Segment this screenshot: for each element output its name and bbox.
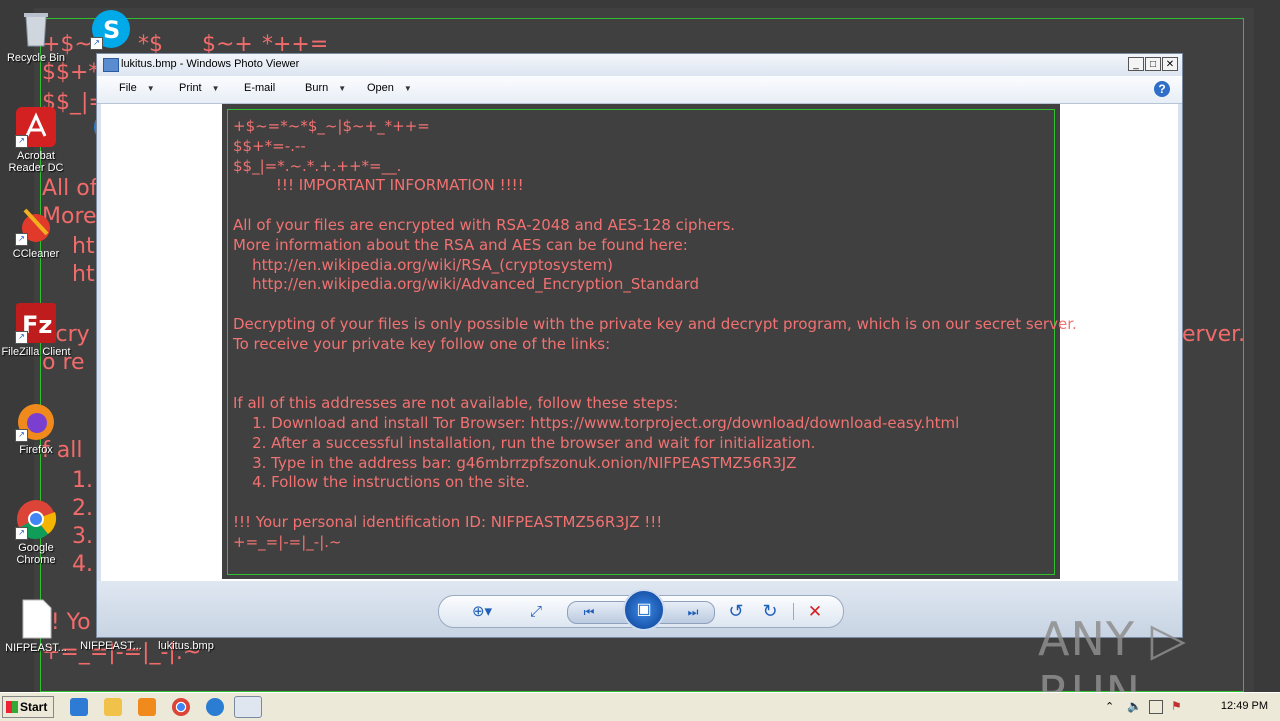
menu-open[interactable]: Open ▼ <box>367 82 412 94</box>
next-button[interactable]: ⏭ <box>678 602 708 633</box>
recycle-bin-icon <box>15 8 57 50</box>
firefox-icon: ↗ <box>15 400 57 442</box>
chrome-icon: ↗ <box>15 498 57 540</box>
tray-expand-icon[interactable]: ⌃ <box>1105 700 1114 713</box>
shortcut-arrow-icon: ↗ <box>15 331 28 344</box>
note-line: +$~=*~*$_~|$~+_*++= <box>233 117 430 135</box>
menu-print[interactable]: Print ▼ <box>179 82 220 94</box>
chevron-down-icon: ▼ <box>211 84 220 93</box>
note-line: 1. Download and install Tor Browser: htt… <box>233 414 960 432</box>
clock: 12:49 PM <box>1220 700 1268 712</box>
image-canvas: +$~=*~*$_~|$~+_*++= $$+*=-.-- $$_|=*.~.*.+… <box>101 104 1178 581</box>
close-button[interactable]: ✕ <box>1162 57 1178 71</box>
network-icon[interactable] <box>1149 700 1163 714</box>
minimize-button[interactable]: _ <box>1128 57 1144 71</box>
wallpaper-text: 4. <box>72 552 93 577</box>
file-icon <box>15 598 57 640</box>
note-line: To receive your private key follow one o… <box>233 334 611 353</box>
chevron-down-icon: ▼ <box>338 84 347 93</box>
photo-viewer-icon <box>103 58 119 72</box>
menu-email[interactable]: E-mail <box>244 82 275 94</box>
title-bar[interactable]: lukitus.bmp - Windows Photo Viewer _ □ ✕ <box>97 54 1182 76</box>
note-line: If all of this addresses are not availab… <box>233 394 679 413</box>
displayed-image: +$~=*~*$_~|$~+_*++= $$+*=-.-- $$_|=*.~.*.+… <box>222 104 1077 579</box>
desktop-icon-nifpeast-2[interactable]: NIFPEAST... <box>76 640 146 652</box>
help-icon[interactable]: ? <box>1154 81 1170 97</box>
windows-flag-icon <box>6 701 18 713</box>
zoom-button[interactable]: ⊕▾ <box>465 596 499 627</box>
maximize-button[interactable]: □ <box>1145 57 1161 71</box>
taskbar: Start ⌃ 🔈 ⚑ 12:49 PM <box>0 692 1280 721</box>
note-line: 3. Type in the address bar: g46mbrrzpfsz… <box>233 453 797 472</box>
shortcut-arrow-icon: ↗ <box>15 135 28 148</box>
ie-icon[interactable] <box>70 698 88 716</box>
wallpaper-text: All of <box>42 176 98 201</box>
desktop-icon-recycle-bin[interactable]: Recycle Bin <box>1 8 71 64</box>
photo-viewer-icon[interactable] <box>234 696 262 718</box>
ccleaner-icon: ↗ <box>15 204 57 246</box>
delete-button[interactable]: ✕ <box>803 596 827 627</box>
media-player-icon[interactable] <box>138 698 156 716</box>
slideshow-button[interactable]: ▣ <box>623 589 665 631</box>
wallpaper-text: ht <box>72 262 95 287</box>
chevron-down-icon: ▼ <box>146 84 155 93</box>
shortcut-arrow-icon: ↗ <box>90 37 103 50</box>
chrome-icon[interactable] <box>172 698 190 716</box>
edge-icon[interactable] <box>206 698 224 716</box>
acrobat-icon: ↗ <box>15 106 57 148</box>
rotate-ccw-button[interactable]: ↺ <box>725 596 747 627</box>
note-line: More information about the RSA and AES c… <box>233 235 688 254</box>
desktop-icon-firefox[interactable]: ↗ Firefox <box>1 400 71 456</box>
photo-viewer-window: lukitus.bmp - Windows Photo Viewer _ □ ✕… <box>96 53 1183 638</box>
note-line: Decrypting of your files is only possibl… <box>233 315 1077 333</box>
note-line: $$_|=*.~.*.+.++*=__. <box>233 156 402 175</box>
desktop-icon-filezilla[interactable]: Fz ↗ FileZilla Client <box>1 302 71 358</box>
rotate-cw-button[interactable]: ↻ <box>759 596 781 627</box>
menu-file[interactable]: File ▼ <box>119 82 155 94</box>
desktop-icon-acrobat[interactable]: ↗ Acrobat Reader DC <box>1 106 71 174</box>
desktop-icon-ccleaner[interactable]: ↗ CCleaner <box>1 204 71 260</box>
start-button[interactable]: Start <box>2 696 54 718</box>
note-line: +=_=|-=|_-|.~ <box>233 532 342 551</box>
filezilla-icon: Fz ↗ <box>15 302 57 344</box>
chevron-down-icon: ▼ <box>403 84 412 93</box>
note-line: 4. Follow the instructions on the site. <box>233 473 530 492</box>
note-line: http://en.wikipedia.org/wiki/Advanced_En… <box>233 275 700 294</box>
previous-button[interactable]: ⏮ <box>574 602 604 633</box>
desktop-icon-skype[interactable]: S ↗ <box>76 8 146 52</box>
note-line: $$+*=-.-- <box>233 136 306 155</box>
menu-bar: File ▼ Print ▼ E-mail Burn ▼ Open ▼ ? <box>97 76 1182 104</box>
system-tray: ⌃ 🔈 ⚑ 12:49 PM <box>1105 695 1280 719</box>
note-line: http://en.wikipedia.org/wiki/RSA_(crypto… <box>233 255 614 274</box>
wallpaper-text: 1. <box>72 468 93 493</box>
menu-burn[interactable]: Burn ▼ <box>305 82 346 94</box>
shortcut-arrow-icon: ↗ <box>15 233 28 246</box>
note-line: All of your files are encrypted with RSA… <box>233 216 736 234</box>
toolbar-pill: ⊕▾ ⤢ ⏮ ⏭ ▣ ↺ ↻ ✕ <box>438 589 844 631</box>
wallpaper-text: $$+* <box>42 60 100 85</box>
actual-size-button[interactable]: ⤢ <box>523 596 549 627</box>
shortcut-arrow-icon: ↗ <box>15 429 28 442</box>
wallpaper-text: erver. <box>1182 322 1246 347</box>
window-title: lukitus.bmp - Windows Photo Viewer <box>121 58 300 70</box>
note-line: !!! IMPORTANT INFORMATION !!!! <box>233 176 524 195</box>
skype-icon: S ↗ <box>90 8 132 50</box>
note-line: !!! Your personal identification ID: NIF… <box>233 513 663 531</box>
desktop-icon-chrome[interactable]: ↗ Google Chrome <box>1 498 71 566</box>
explorer-icon[interactable] <box>104 698 122 716</box>
note-line: 2. After a successful installation, run … <box>233 433 816 452</box>
svg-text:S: S <box>103 16 120 44</box>
desktop-icon-lukitus[interactable]: lukitus.bmp <box>151 640 221 652</box>
volume-icon[interactable]: 🔈 <box>1127 699 1142 713</box>
toolbar-divider <box>793 603 794 620</box>
shortcut-arrow-icon: ↗ <box>15 527 28 540</box>
desktop-icon-nifpeast-1[interactable]: NIFPEAST... <box>1 598 71 654</box>
viewer-toolbar: ⊕▾ ⤢ ⏮ ⏭ ▣ ↺ ↻ ✕ <box>97 581 1182 637</box>
action-center-icon[interactable]: ⚑ <box>1171 699 1182 713</box>
